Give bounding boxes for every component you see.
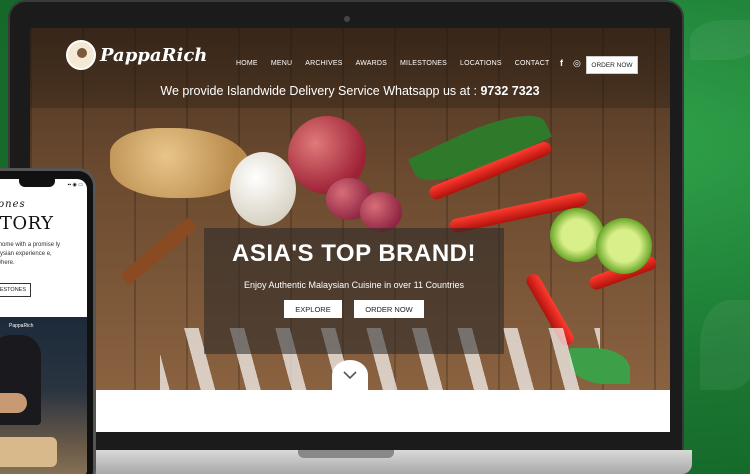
ginger-image [110,128,250,198]
cinnamon-image [120,216,198,286]
milestones-button[interactable]: ESTONES [0,283,31,297]
garlic-image [230,152,296,226]
content-section [30,390,670,432]
hero-box: ASIA'S TOP BRAND! Enjoy Authentic Malays… [204,228,504,354]
site-logo[interactable]: PappaRich [66,40,207,70]
delivery-phone[interactable]: 9732 7323 [480,84,539,98]
background-leaf [690,20,750,60]
phone-section-text: e of home with a promise ly Malaysian ex… [0,242,61,266]
main-nav: HOME MENU ARCHIVES AWARDS MILESTONES LOC… [236,60,549,67]
phone-mockup: ▪▪ ◉ ▭ stones STORY e of home with a pro… [0,168,96,474]
laptop-notch [298,450,394,458]
chevron-down-icon [343,371,357,380]
social-links: f ◎ [560,58,581,69]
website-screen: PappaRich HOME MENU ARCHIVES AWARDS MILE… [30,28,670,432]
delivery-banner: We provide Islandwide Delivery Service W… [30,84,670,98]
hero-subtitle: Enjoy Authentic Malaysian Cuisine in ove… [244,280,464,290]
nav-contact[interactable]: CONTACT [515,60,550,67]
lime-image [596,218,652,274]
nav-menu[interactable]: MENU [271,60,292,67]
nav-archives[interactable]: ARCHIVES [305,60,342,67]
facebook-icon[interactable]: f [560,58,563,69]
logo-icon [66,40,96,70]
food-image [0,437,57,467]
explore-button[interactable]: EXPLORE [284,300,342,318]
nav-locations[interactable]: LOCATIONS [460,60,502,67]
delivery-text: We provide Islandwide Delivery Service W… [160,84,477,98]
background-leaf [700,300,750,390]
phone-screen: ▪▪ ◉ ▭ stones STORY e of home with a pro… [0,179,87,474]
laptop-mockup: PappaRich HOME MENU ARCHIVES AWARDS MILE… [0,0,692,474]
phone-section-title: STORY [0,213,54,234]
hero-buttons: EXPLORE ORDER NOW [204,300,504,318]
phone-section-kicker: stones [0,199,26,210]
chef-arm [0,393,27,413]
logo-text: PappaRich [100,44,208,66]
status-bar: ▪▪ ◉ ▭ [67,182,83,188]
lime-image [550,208,604,262]
scroll-down-button[interactable] [332,360,368,390]
nav-milestones[interactable]: MILESTONES [400,60,447,67]
hero-title: ASIA'S TOP BRAND! [231,240,476,267]
camera-icon [344,16,350,22]
order-now-button[interactable]: ORDER NOW [586,56,638,74]
photo-logo: PappaRich [9,323,34,329]
nav-awards[interactable]: AWARDS [356,60,387,67]
hero-order-now-button[interactable]: ORDER NOW [354,300,424,318]
site-header: PappaRich HOME MENU ARCHIVES AWARDS MILE… [30,28,670,108]
phone-photo: PappaRich [0,317,87,474]
nav-home[interactable]: HOME [236,60,258,67]
instagram-icon[interactable]: ◎ [573,58,581,69]
shallot-image [360,192,402,232]
